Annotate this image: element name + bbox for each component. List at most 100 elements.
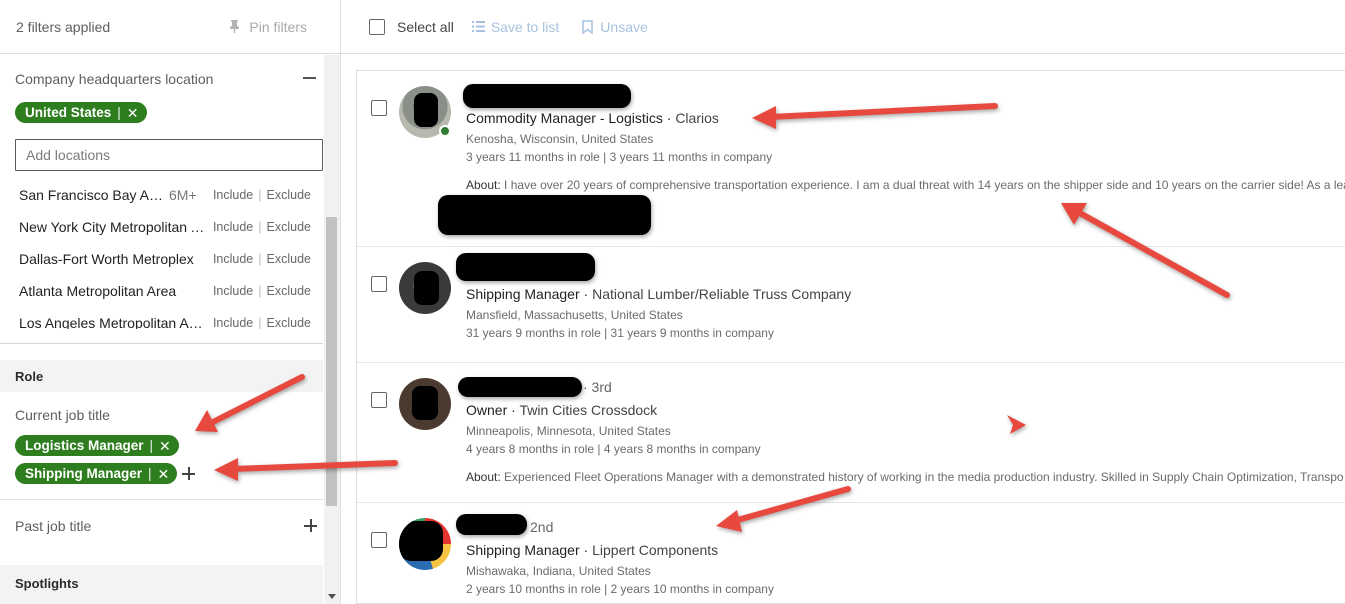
- exclude-button[interactable]: Exclude: [267, 252, 311, 266]
- add-past-title-plus-icon[interactable]: [304, 519, 317, 532]
- table-row[interactable]: Commodity Manager - Logistics · Clarios …: [357, 71, 1345, 247]
- list-item[interactable]: Atlanta Metropolitan Area Include | Exclud…: [19, 279, 311, 303]
- select-all-label: Select all: [397, 18, 454, 35]
- name-redaction: [458, 377, 582, 397]
- connection-degree: · 3rd: [583, 379, 612, 395]
- results-list: Commodity Manager - Logistics · Clarios …: [356, 70, 1345, 604]
- result-location: Minneapolis, Minnesota, United States: [466, 424, 671, 438]
- result-checkbox[interactable]: [371, 532, 387, 548]
- about-text: Experienced Fleet Operations Manager wit…: [504, 470, 1344, 484]
- include-exclude: Include | Exclude: [213, 188, 311, 202]
- list-item[interactable]: New York City Metropolitan Area Include |…: [19, 215, 311, 239]
- unsave-button[interactable]: Unsave: [582, 19, 648, 35]
- table-row[interactable]: 2nd Shipping Manager · Lippert Component…: [357, 503, 1345, 603]
- name-redaction: [456, 253, 595, 281]
- save-to-list-label: Save to list: [490, 18, 560, 35]
- include-button[interactable]: Include: [213, 316, 253, 329]
- text-redaction: [438, 195, 651, 235]
- online-status-icon: [439, 125, 451, 137]
- collapse-icon[interactable]: [303, 77, 316, 79]
- pill-separator: |: [117, 105, 121, 120]
- exclude-button[interactable]: Exclude: [267, 188, 311, 202]
- exclude-button[interactable]: Exclude: [267, 284, 311, 298]
- location-name: San Francisco Bay Area: [19, 187, 165, 203]
- connection-degree: 2nd: [530, 519, 554, 535]
- result-tenure: 31 years 9 months in role | 31 years 9 m…: [466, 326, 774, 340]
- exclude-button[interactable]: Exclude: [267, 220, 311, 234]
- hq-location-section: Company headquarters location United Sta…: [0, 55, 323, 345]
- spotlights-band: Spotlights: [0, 565, 323, 604]
- include-exclude: Include | Exclude: [213, 252, 311, 266]
- include-button[interactable]: Include: [213, 220, 253, 234]
- result-checkbox[interactable]: [371, 100, 387, 116]
- pill-shipping-manager[interactable]: Shipping Manager | ✕: [15, 463, 178, 484]
- job-title: Commodity Manager - Logistics: [466, 110, 663, 126]
- save-to-list-button[interactable]: Save to list: [471, 18, 560, 35]
- pin-filters-label: Pin filters: [249, 18, 307, 35]
- result-headline: Owner · Twin Cities Crossdock: [466, 402, 658, 418]
- company-link[interactable]: Twin Cities Crossdock: [519, 402, 657, 418]
- table-row[interactable]: · 3rd Owner · Twin Cities Crossdock Minn…: [357, 363, 1345, 503]
- pin-icon: [230, 20, 240, 33]
- result-tenure: 2 years 10 months in role | 2 years 10 m…: [466, 582, 774, 596]
- about-label: About:: [466, 470, 501, 484]
- result-checkbox[interactable]: [371, 392, 387, 408]
- avatar[interactable]: [399, 262, 451, 314]
- pill-label: Shipping Manager: [25, 466, 143, 481]
- location-name: Atlanta Metropolitan Area: [19, 283, 177, 299]
- name-redaction: [456, 514, 527, 535]
- pill-united-states[interactable]: United States | ✕: [15, 102, 147, 123]
- list-item[interactable]: Los Angeles Metropolitan Area Include | Ex…: [19, 311, 311, 329]
- pill-label: United States: [25, 105, 112, 120]
- avatar[interactable]: [399, 378, 451, 430]
- remove-icon[interactable]: ✕: [127, 106, 139, 120]
- avatar[interactable]: [399, 518, 451, 570]
- include-button[interactable]: Include: [213, 188, 253, 202]
- scroll-down-arrow-icon[interactable]: [328, 594, 336, 599]
- include-exclude: Include | Exclude: [213, 220, 311, 234]
- job-title: Shipping Manager: [466, 286, 580, 302]
- filters-scroll-area: Company headquarters location United Sta…: [0, 55, 340, 604]
- list-item[interactable]: Dallas-Fort Worth Metroplex Include | Excl…: [19, 247, 311, 271]
- about-text: I have over 20 years of comprehensive tr…: [504, 178, 1345, 192]
- role-band-label: Role: [15, 369, 44, 384]
- role-band: Role: [0, 360, 323, 392]
- remove-icon[interactable]: ✕: [158, 467, 170, 481]
- add-job-title-plus-icon[interactable]: [182, 467, 195, 480]
- add-locations-input[interactable]: [26, 147, 322, 163]
- scrollbar-thumb[interactable]: [326, 217, 337, 506]
- name-redaction: [463, 84, 631, 108]
- divider: |: [258, 252, 262, 266]
- pill-logistics-manager[interactable]: Logistics Manager | ✕: [15, 435, 179, 456]
- include-button[interactable]: Include: [213, 284, 253, 298]
- pill-separator: |: [148, 466, 152, 481]
- exclude-button[interactable]: Exclude: [267, 316, 311, 329]
- divider: |: [258, 316, 262, 329]
- add-locations-input-wrapper: [15, 139, 323, 171]
- location-count: 6M+: [169, 187, 197, 203]
- include-exclude: Include | Exclude: [213, 284, 311, 298]
- select-all-checkbox[interactable]: [369, 18, 385, 35]
- pin-filters-button[interactable]: Pin filters: [228, 19, 307, 35]
- company-link[interactable]: National Lumber/Reliable Truss Company: [592, 286, 851, 302]
- result-checkbox[interactable]: [371, 276, 387, 292]
- result-headline: Commodity Manager - Logistics · Clarios: [466, 110, 719, 126]
- location-name: New York City Metropolitan Area: [19, 219, 205, 235]
- company-link[interactable]: Lippert Components: [592, 542, 718, 558]
- about-label: About:: [466, 178, 501, 192]
- past-job-title-section: Past job title: [0, 501, 323, 565]
- table-row[interactable]: Shipping Manager · National Lumber/Relia…: [357, 247, 1345, 363]
- job-title: Shipping Manager: [466, 542, 580, 558]
- include-button[interactable]: Include: [213, 252, 253, 266]
- face-redaction: [414, 93, 438, 127]
- spotlights-band-label: Spotlights: [15, 576, 79, 591]
- pill-label: Logistics Manager: [25, 438, 144, 453]
- select-all[interactable]: Select all: [369, 18, 454, 35]
- sales-navigator-search: 2 filters applied Pin filters Company he…: [0, 0, 1345, 604]
- company-link[interactable]: Clarios: [675, 110, 719, 126]
- list-item[interactable]: San Francisco Bay Area 6M+ Include | Exclu…: [19, 183, 311, 207]
- divider: |: [258, 284, 262, 298]
- remove-icon[interactable]: ✕: [159, 439, 171, 453]
- results-toolbar: Select all Save to list Unsave: [341, 0, 1345, 54]
- result-about: About: Experienced Fleet Operations Mana…: [466, 470, 1344, 484]
